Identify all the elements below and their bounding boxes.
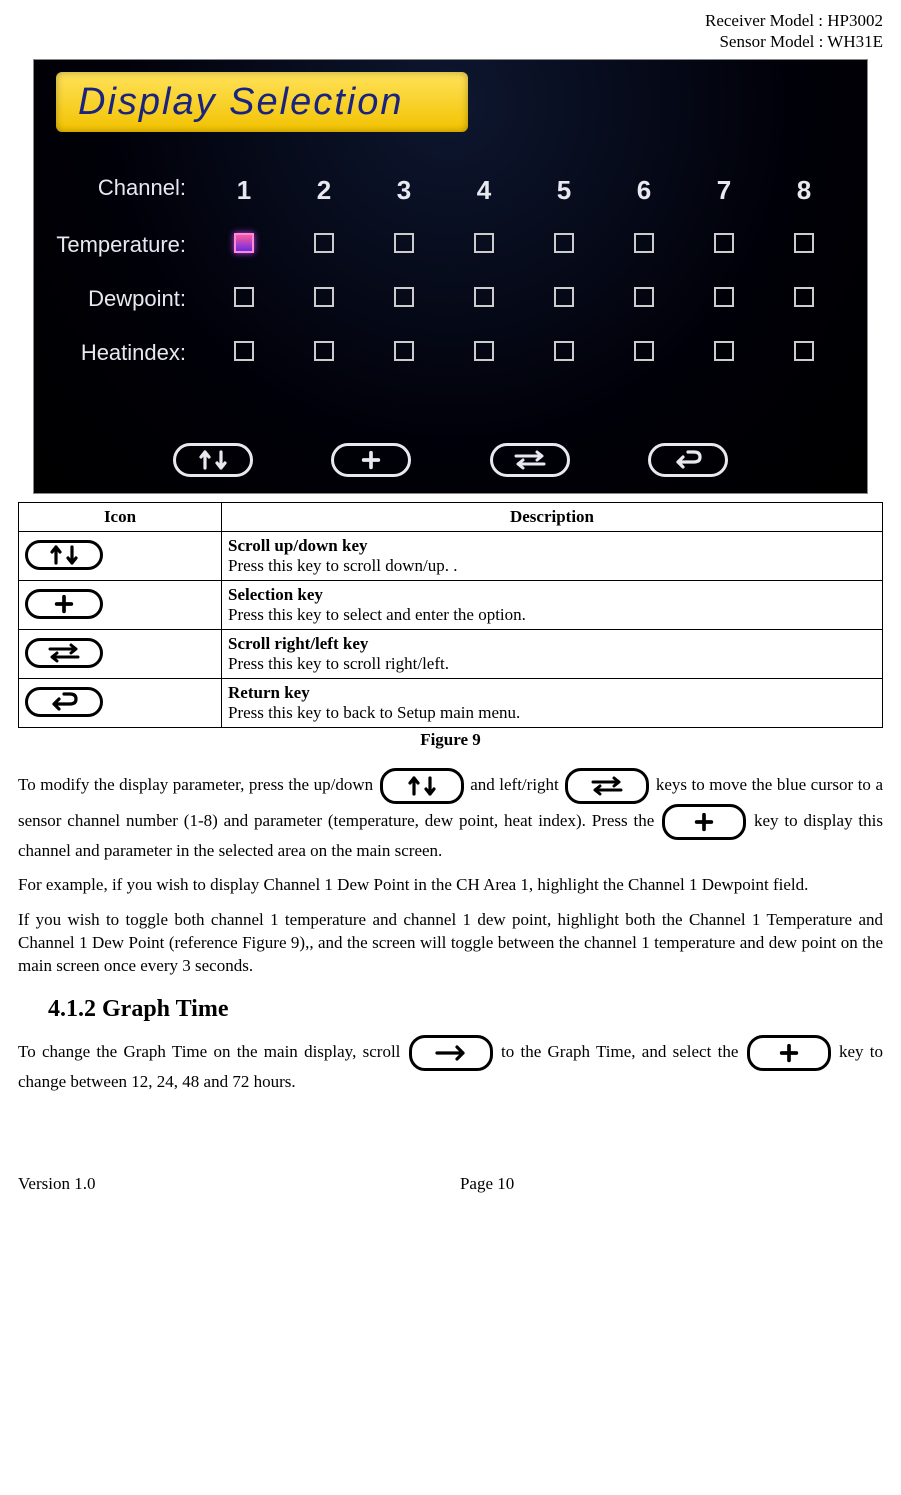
- checkbox-temperature-5[interactable]: [554, 233, 574, 253]
- row-text: Press this key to back to Setup main men…: [228, 703, 520, 722]
- row-text: Press this key to select and enter the o…: [228, 605, 526, 624]
- checkbox-dewpoint-3[interactable]: [394, 287, 414, 307]
- checkbox-dewpoint-7[interactable]: [714, 287, 734, 307]
- checkbox-dewpoint-1[interactable]: [234, 287, 254, 307]
- return-key-icon: [25, 687, 103, 717]
- channel-num: 7: [684, 175, 764, 206]
- row-title: Scroll up/down key: [228, 536, 368, 555]
- inline-plus-icon: [747, 1035, 831, 1071]
- checkbox-dewpoint-6[interactable]: [634, 287, 654, 307]
- icon-description-table: Icon Description Scroll up/down key Pres…: [18, 502, 883, 728]
- icon-cell-updown: [19, 531, 222, 580]
- paragraph-4: To change the Graph Time on the main dis…: [18, 1035, 883, 1094]
- checkbox-heatindex-7[interactable]: [714, 341, 734, 361]
- checkbox-temperature-2[interactable]: [314, 233, 334, 253]
- row-text: Press this key to scroll right/left.: [228, 654, 449, 673]
- checkbox-temperature-8[interactable]: [794, 233, 814, 253]
- page-number: Page 10: [95, 1174, 878, 1194]
- table-head-desc: Description: [222, 502, 883, 531]
- checkbox-heatindex-1[interactable]: [234, 341, 254, 361]
- channel-num: 1: [204, 175, 284, 206]
- checkbox-temperature-7[interactable]: [714, 233, 734, 253]
- row-label-dewpoint: Dewpoint:: [34, 286, 204, 314]
- paragraph-3: If you wish to toggle both channel 1 tem…: [18, 909, 883, 978]
- row-title: Return key: [228, 683, 310, 702]
- row-label-temperature: Temperature:: [34, 232, 204, 260]
- row-title: Selection key: [228, 585, 323, 604]
- plus-key-icon: [25, 589, 103, 619]
- table-row: Scroll right/left key Press this key to …: [19, 629, 883, 678]
- table-row: Return key Press this key to back to Set…: [19, 678, 883, 727]
- checkbox-heatindex-6[interactable]: [634, 341, 654, 361]
- table-head-icon: Icon: [19, 502, 222, 531]
- checkbox-dewpoint-4[interactable]: [474, 287, 494, 307]
- page-footer: Version 1.0 Page 10 .: [18, 1174, 883, 1194]
- leftright-key-icon: [25, 638, 103, 668]
- table-row: Scroll up/down key Press this key to scr…: [19, 531, 883, 580]
- sensor-model: Sensor Model : WH31E: [719, 32, 883, 51]
- inline-updown-icon: [380, 768, 464, 804]
- checkbox-dewpoint-5[interactable]: [554, 287, 574, 307]
- inline-leftright-icon: [565, 768, 649, 804]
- checkbox-dewpoint-2[interactable]: [314, 287, 334, 307]
- icon-cell-plus: [19, 580, 222, 629]
- inline-plus-icon: [662, 804, 746, 840]
- receiver-model: Receiver Model : HP3002: [705, 11, 883, 30]
- display-selection-banner: Display Selection: [56, 72, 468, 132]
- checkbox-temperature-3[interactable]: [394, 233, 414, 253]
- display-selection-grid: Channel: 1 2 3 4 5 6 7 8 Temperature: De…: [34, 175, 867, 368]
- checkbox-heatindex-2[interactable]: [314, 341, 334, 361]
- paragraph-1: To modify the display parameter, press t…: [18, 768, 883, 863]
- icon-cell-return: [19, 678, 222, 727]
- row-text: Press this key to scroll down/up. .: [228, 556, 458, 575]
- leftright-button[interactable]: [490, 443, 570, 477]
- table-row: Selection key Press this key to select a…: [19, 580, 883, 629]
- inline-right-icon: [409, 1035, 493, 1071]
- row-title: Scroll right/left key: [228, 634, 368, 653]
- checkbox-temperature-4[interactable]: [474, 233, 494, 253]
- channel-num: 2: [284, 175, 364, 206]
- checkbox-heatindex-4[interactable]: [474, 341, 494, 361]
- plus-button[interactable]: [331, 443, 411, 477]
- channel-num: 4: [444, 175, 524, 206]
- figure-caption: Figure 9: [18, 730, 883, 750]
- version-label: Version 1.0: [18, 1174, 95, 1194]
- checkbox-heatindex-5[interactable]: [554, 341, 574, 361]
- updown-button[interactable]: [173, 443, 253, 477]
- checkbox-temperature-6[interactable]: [634, 233, 654, 253]
- page-header: Receiver Model : HP3002 Sensor Model : W…: [18, 10, 883, 53]
- updown-key-icon: [25, 540, 103, 570]
- checkbox-dewpoint-8[interactable]: [794, 287, 814, 307]
- device-button-row: [34, 443, 867, 477]
- paragraph-2: For example, if you wish to display Chan…: [18, 874, 883, 897]
- checkbox-heatindex-8[interactable]: [794, 341, 814, 361]
- row-label-heatindex: Heatindex:: [34, 340, 204, 368]
- channel-num: 3: [364, 175, 444, 206]
- section-heading: 4.1.2 Graph Time: [48, 996, 883, 1023]
- device-screenshot: Display Selection Channel: 1 2 3 4 5 6 7…: [33, 59, 868, 494]
- channel-num: 8: [764, 175, 844, 206]
- row-label-channel: Channel:: [34, 175, 204, 206]
- checkbox-heatindex-3[interactable]: [394, 341, 414, 361]
- channel-num: 5: [524, 175, 604, 206]
- return-button[interactable]: [648, 443, 728, 477]
- icon-cell-leftright: [19, 629, 222, 678]
- channel-num: 6: [604, 175, 684, 206]
- checkbox-temperature-1[interactable]: [234, 233, 254, 253]
